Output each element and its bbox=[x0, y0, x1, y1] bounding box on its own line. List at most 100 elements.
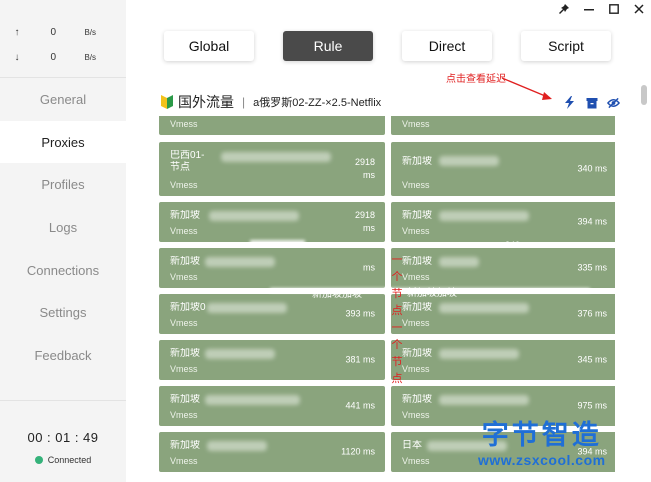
proxy-delay: 393 ms bbox=[345, 308, 375, 319]
proxy-delay: 376 ms bbox=[577, 308, 607, 319]
proxy-delay: 1120 ms bbox=[341, 446, 375, 457]
proxy-name: 新加坡 bbox=[402, 348, 432, 359]
proxy-type: Vmess bbox=[402, 456, 430, 466]
window-controls bbox=[551, 0, 651, 18]
proxy-delay: ms bbox=[363, 262, 375, 273]
pin-icon[interactable] bbox=[551, 0, 576, 18]
proxy-delay: 2918 ms bbox=[354, 157, 375, 180]
proxy-card[interactable]: 新加坡 Vmess ms bbox=[159, 248, 385, 288]
download-value: 0 bbox=[50, 51, 56, 63]
proxy-delay: 345 ms bbox=[577, 354, 607, 365]
sidebar-item-proxies[interactable]: Proxies bbox=[0, 120, 126, 164]
upload-value: 0 bbox=[50, 26, 56, 38]
status-dot-icon bbox=[34, 456, 43, 464]
proxy-delay: 394 ms bbox=[577, 216, 607, 227]
stray-text: 新加坡加坡 bbox=[407, 288, 457, 299]
proxy-name: 新加坡 bbox=[402, 302, 432, 313]
proxy-name: 新加坡 bbox=[402, 394, 432, 405]
maximize-icon[interactable] bbox=[601, 0, 626, 18]
mode-direct-button[interactable]: Direct bbox=[402, 31, 492, 61]
proxy-group-header[interactable]: 国外流量 | a俄罗斯02-ZZ-×2.5-Netflix bbox=[158, 91, 628, 113]
proxy-card[interactable]: 新加坡 Vmess 340 ms bbox=[391, 142, 615, 196]
stray-text: 新加坡加坡 bbox=[312, 289, 362, 300]
proxy-name: 新加坡 bbox=[170, 440, 200, 451]
proxy-type: Vmess bbox=[170, 180, 198, 190]
sidebar: ↑ 0 B/s ↓ 0 B/s General Proxies Profiles… bbox=[0, 0, 126, 482]
watermark-url: www.zsxcool.com bbox=[478, 452, 606, 468]
proxy-name: 日本 bbox=[402, 440, 422, 451]
traffic-panel: ↑ 0 B/s ↓ 0 B/s bbox=[0, 18, 126, 78]
proxy-delay: 335 ms bbox=[577, 262, 607, 273]
proxy-type: Vmess bbox=[170, 226, 198, 236]
proxy-card[interactable]: 新加坡 Vmess 1120 ms bbox=[159, 432, 385, 472]
proxy-name: 新加坡 bbox=[402, 156, 432, 167]
group-actions bbox=[563, 96, 620, 109]
session-info: 00 : 01 : 49 Connected bbox=[0, 400, 126, 482]
proxy-type: Vmess bbox=[170, 456, 198, 466]
proxy-type: Vmess bbox=[170, 410, 198, 420]
mode-global-button[interactable]: Global bbox=[164, 31, 254, 61]
proxy-type: Vmess bbox=[402, 180, 430, 190]
group-selected-proxy: a俄罗斯02-ZZ-×2.5-Netflix bbox=[253, 97, 382, 109]
proxy-card[interactable]: 新加坡 Vmess 2918 ms bbox=[159, 202, 385, 242]
proxy-name: 新加坡 bbox=[402, 210, 432, 221]
vertical-annotation: 一个节点一个节点 bbox=[391, 254, 403, 385]
proxy-card[interactable]: 新加坡 Vmess 441 ms bbox=[159, 386, 385, 426]
sidebar-item-profiles[interactable]: Profiles bbox=[0, 163, 126, 206]
proxy-name: 新加坡 bbox=[170, 348, 200, 359]
lightning-icon[interactable] bbox=[563, 96, 576, 109]
upload-unit: B/s bbox=[84, 27, 96, 37]
proxy-type: Vmess bbox=[402, 272, 430, 282]
proxy-delay: 2918 ms bbox=[354, 210, 375, 233]
proxy-type: Vmess bbox=[402, 119, 430, 129]
proxy-card[interactable]: 新加坡0 Vmess 393 ms bbox=[159, 294, 385, 334]
group-name: 国外流量 bbox=[178, 94, 234, 110]
proxy-type: Vmess bbox=[170, 364, 198, 374]
status-label: Connected bbox=[47, 455, 92, 465]
proxy-card[interactable]: 新加坡 Vmess 335 ms bbox=[391, 248, 615, 288]
proxy-card[interactable]: 巴西01- 节点 Vmess 2918 ms bbox=[159, 142, 385, 196]
proxy-card[interactable]: 新加坡 Vmess 376 ms bbox=[391, 294, 615, 334]
archive-icon[interactable] bbox=[585, 96, 598, 109]
proxy-card[interactable]: Vmess bbox=[159, 116, 385, 135]
proxy-type: Vmess bbox=[402, 410, 430, 420]
sidebar-item-settings[interactable]: Settings bbox=[0, 291, 126, 334]
sidebar-item-connections[interactable]: Connections bbox=[0, 249, 126, 292]
sidebar-nav: General Proxies Profiles Logs Connection… bbox=[0, 78, 126, 377]
proxy-type: Vmess bbox=[170, 318, 198, 328]
upload-speed: ↑ 0 B/s bbox=[0, 21, 126, 43]
minimize-icon[interactable] bbox=[576, 0, 601, 18]
proxy-delay: 381 ms bbox=[345, 354, 375, 365]
proxy-card[interactable]: 新加坡 Vmess 381 ms bbox=[159, 340, 385, 380]
proxy-card[interactable]: Vmess bbox=[391, 116, 615, 135]
proxy-delay: 340 ms bbox=[577, 163, 607, 174]
proxy-type: Vmess bbox=[170, 272, 198, 282]
eye-off-icon[interactable] bbox=[607, 96, 620, 109]
sidebar-item-general[interactable]: General bbox=[0, 78, 126, 121]
stray-text: 340 n bbox=[505, 240, 528, 250]
mode-script-button[interactable]: Script bbox=[521, 31, 611, 61]
sidebar-item-logs[interactable]: Logs bbox=[0, 206, 126, 249]
proxy-card[interactable]: 新加坡 Vmess 345 ms bbox=[391, 340, 615, 380]
proxy-type: Vmess bbox=[402, 364, 430, 374]
proxy-name: 新加坡 bbox=[170, 256, 200, 267]
proxy-type: Vmess bbox=[402, 318, 430, 328]
proxy-delay: 975 ms bbox=[577, 400, 607, 411]
mode-rule-button[interactable]: Rule bbox=[283, 31, 373, 61]
glitch-streak bbox=[250, 240, 305, 245]
scrollbar-thumb[interactable] bbox=[641, 85, 647, 105]
group-separator: | bbox=[242, 95, 246, 109]
watermark: 字节智造 www.zsxcool.com bbox=[478, 420, 606, 468]
uptime-timer: 00 : 01 : 49 bbox=[27, 430, 99, 445]
proxy-type: Vmess bbox=[170, 119, 198, 129]
close-icon[interactable] bbox=[626, 0, 651, 18]
proxy-name: 新加坡0 bbox=[170, 302, 206, 313]
proxy-name: 新加坡 bbox=[402, 256, 432, 267]
connection-status: Connected bbox=[0, 455, 126, 465]
proxy-card[interactable]: 新加坡 Vmess 394 ms bbox=[391, 202, 615, 242]
proxy-name: 巴西01- 节点 bbox=[170, 150, 205, 173]
proxy-delay: 441 ms bbox=[345, 400, 375, 411]
sidebar-item-feedback[interactable]: Feedback bbox=[0, 334, 126, 377]
proxy-type: Vmess bbox=[402, 226, 430, 236]
beginner-leaf-icon bbox=[161, 95, 173, 109]
